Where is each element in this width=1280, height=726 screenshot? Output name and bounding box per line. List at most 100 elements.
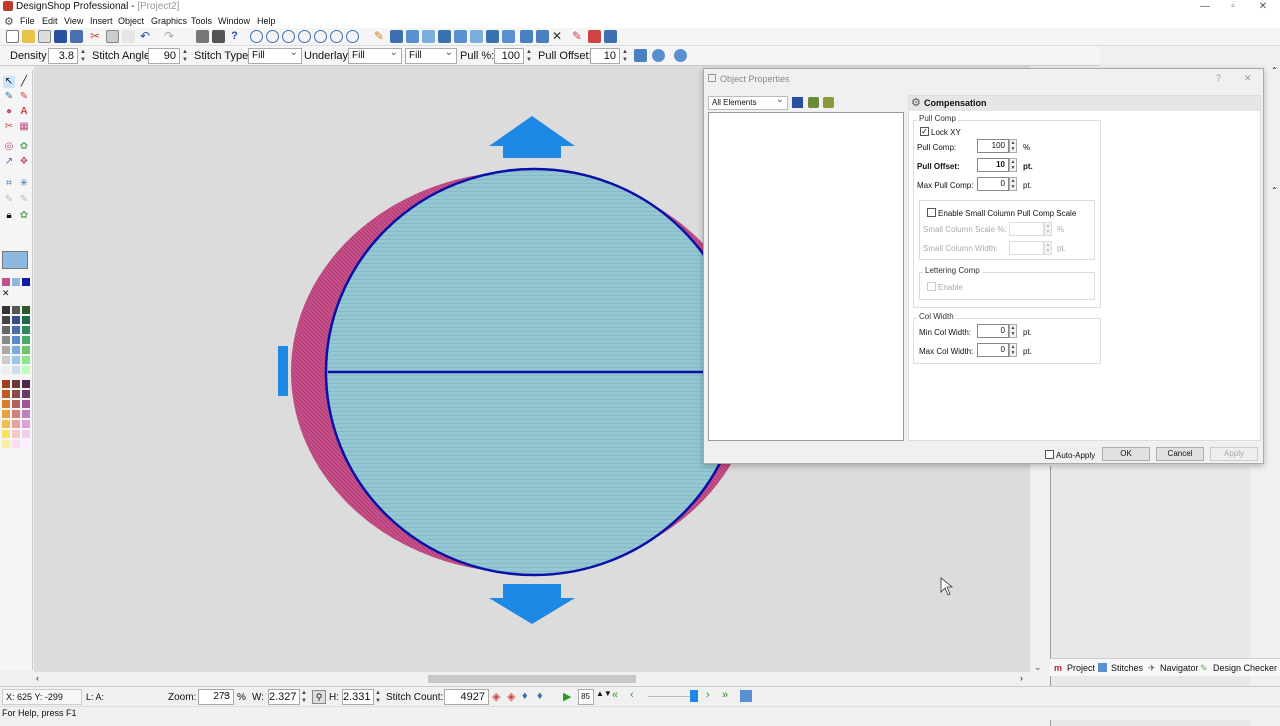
lettering-enable-checkbox[interactable] (927, 282, 936, 291)
max-pull-comp-input[interactable]: 0 (977, 177, 1009, 191)
zoom-selection-icon[interactable] (346, 30, 359, 43)
palette-swatch[interactable] (12, 380, 20, 388)
open-folder-icon[interactable] (22, 30, 35, 43)
save-icon[interactable] (792, 97, 803, 108)
help-icon[interactable]: ? (228, 30, 241, 43)
palette-swatch[interactable] (12, 410, 20, 418)
elements-list[interactable] (708, 112, 904, 441)
pull-offset-spinner[interactable]: ▲ ▼ (1009, 158, 1017, 172)
stitch-edit-icon[interactable]: ⌗ (3, 178, 15, 190)
grid-icon[interactable] (390, 30, 403, 43)
fill-tool-icon[interactable]: ✂ (3, 121, 15, 133)
previous-icon[interactable]: ‹ (630, 689, 634, 701)
star-tool-icon[interactable]: ✿ (18, 141, 30, 153)
save-all-icon[interactable] (70, 30, 83, 43)
circle-tool-icon[interactable]: ◎ (3, 141, 15, 153)
text-tool-icon[interactable]: A (18, 106, 30, 118)
palette-swatch[interactable] (22, 400, 30, 408)
zoom-input[interactable]: 273 (198, 687, 234, 705)
palette-swatch[interactable] (2, 400, 10, 408)
new-file-icon[interactable] (6, 30, 19, 43)
minimize-button[interactable]: — (1196, 0, 1214, 14)
rewind-icon[interactable]: « (612, 689, 618, 701)
palette-swatch[interactable] (2, 356, 10, 364)
menu-file[interactable]: File (20, 16, 35, 26)
redo-icon[interactable]: ↷ (164, 30, 177, 43)
view-3d-icon[interactable] (438, 30, 451, 43)
fast-forward-icon[interactable]: » (722, 689, 728, 701)
stitch-angle-input[interactable]: 90 (148, 48, 180, 64)
zoom-icon[interactable] (250, 30, 263, 43)
cut-icon[interactable]: ✂ (90, 30, 103, 43)
palette-swatch[interactable] (2, 346, 10, 354)
menu-graphics[interactable]: Graphics (151, 16, 187, 26)
stitch-type-select[interactable]: Fill (248, 46, 302, 64)
pull-comp-input[interactable]: 100 (977, 139, 1009, 153)
menu-edit[interactable]: Edit (42, 16, 58, 26)
width-spinner[interactable]: ▲ ▼ (300, 689, 308, 705)
jump-icon[interactable]: ♦ (522, 690, 528, 702)
palette-swatch[interactable] (2, 336, 10, 344)
palette-swatch[interactable] (22, 410, 30, 418)
tab-stitches[interactable]: Stitches (1111, 663, 1143, 673)
copy-icon[interactable] (106, 30, 119, 43)
palette-swatch[interactable] (2, 440, 10, 448)
output-icon[interactable] (604, 30, 617, 43)
density-spinner[interactable]: ▲ ▼ (79, 48, 87, 64)
color-tool-icon[interactable]: ✿ (18, 210, 30, 222)
palette-swatch[interactable] (22, 326, 30, 334)
palette-swatch[interactable] (2, 410, 10, 418)
max-pull-comp-spinner[interactable]: ▲ ▼ (1009, 177, 1017, 191)
sew-icon[interactable]: ✎ (572, 30, 585, 43)
palette-swatch[interactable] (2, 316, 10, 324)
up-arrow-handle[interactable] (489, 116, 575, 158)
play-icon[interactable]: ▶ (563, 690, 571, 703)
palette-swatch[interactable] (22, 390, 30, 398)
palette-swatch[interactable] (12, 420, 20, 428)
density-input[interactable]: 3.8 (48, 48, 78, 64)
palette-swatch[interactable] (12, 316, 20, 324)
zoom-box-icon[interactable] (314, 30, 327, 43)
underlay2-select[interactable]: Fill (405, 46, 457, 64)
pull-comp-spinner[interactable]: ▲ ▼ (1009, 139, 1017, 153)
shape-tool-icon[interactable]: ● (3, 106, 15, 118)
scroll-thumb[interactable] (428, 675, 636, 683)
run-tool-icon[interactable]: ↗ (3, 156, 15, 168)
small-column-checkbox[interactable] (927, 208, 936, 217)
scroll-up-icon[interactable]: ⌃ (1271, 66, 1278, 75)
scroll-right-icon[interactable]: › (1020, 673, 1023, 683)
print-preview-icon[interactable] (196, 30, 209, 43)
undo-icon[interactable]: ↶ (140, 30, 153, 43)
palette-swatch[interactable] (12, 306, 20, 314)
view-stitches-icon[interactable] (422, 30, 435, 43)
color-swatch[interactable] (22, 278, 30, 286)
underlay-select[interactable]: Fill (348, 46, 402, 64)
cancel-button[interactable]: Cancel (1156, 447, 1204, 461)
progress-slider[interactable] (690, 690, 698, 702)
applique-tool-icon[interactable]: ▦ (18, 121, 30, 133)
color-swatch[interactable] (12, 278, 20, 286)
palette-swatch[interactable] (2, 326, 10, 334)
palette-swatch[interactable] (12, 346, 20, 354)
palette-swatch[interactable] (22, 336, 30, 344)
scroll-left-icon[interactable]: ‹ (36, 673, 39, 683)
panel-scrollbar[interactable]: ⌃ ⌃ (1270, 66, 1280, 666)
speed-input[interactable]: 85 (578, 689, 594, 705)
height-input[interactable]: 2.331 (342, 689, 374, 705)
step-back-icon[interactable]: ◈ (492, 690, 500, 703)
dialog-close-button[interactable]: ✕ (1244, 73, 1252, 84)
palette-swatch[interactable] (22, 366, 30, 374)
small-column-width-spinner[interactable]: ▲ ▼ (1044, 241, 1052, 255)
paste-icon[interactable] (122, 30, 135, 43)
speed-spinner[interactable]: ▲▼ (596, 689, 612, 698)
properties-icon[interactable] (634, 49, 647, 62)
chevron-down-icon[interactable]: ⌄ (1034, 662, 1042, 673)
lock-ratio-icon[interactable]: ⚲ (312, 690, 326, 704)
preset-icon[interactable] (808, 97, 819, 108)
width-input[interactable]: 2.327 (268, 689, 300, 705)
view-bitmap-icon[interactable] (502, 30, 515, 43)
small-column-width-input[interactable] (1009, 241, 1044, 255)
palette-swatch[interactable] (2, 380, 10, 388)
palette-swatch[interactable] (12, 440, 20, 448)
zoom-fit-icon[interactable] (298, 30, 311, 43)
